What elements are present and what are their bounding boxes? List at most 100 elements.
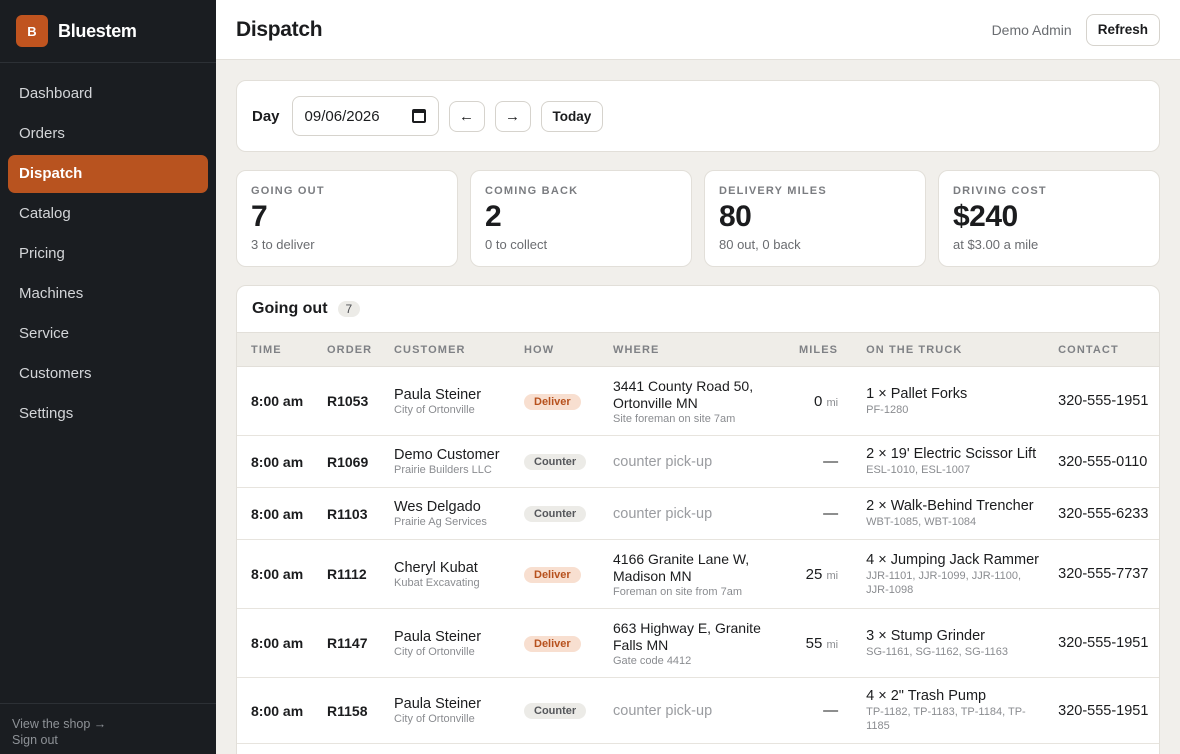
table-row[interactable]: 8:00 am R1053 Paula Steiner City of Orto… xyxy=(237,366,1159,436)
row-truck: 2 × 19' Electric Scissor Lift ESL-1010, … xyxy=(852,435,1045,488)
day-selector: Day 09/06/2026 ← → Today xyxy=(236,80,1160,152)
row-miles: — xyxy=(785,487,853,540)
customer-org: City of Ortonville xyxy=(394,645,475,658)
customer-org: City of Ortonville xyxy=(394,403,475,416)
col-contact: CONTACT xyxy=(1044,332,1159,367)
row-order[interactable]: R1053 xyxy=(313,366,380,436)
prev-day-button[interactable]: ← xyxy=(448,100,485,132)
row-time: 8:00 am xyxy=(237,366,313,436)
next-day-button[interactable]: → xyxy=(494,100,531,132)
day-label: Day xyxy=(252,107,280,125)
calendar-icon[interactable] xyxy=(411,109,426,123)
method-badge: Deliver xyxy=(524,393,581,410)
stat-value: 2 xyxy=(485,200,502,233)
brand[interactable]: B Bluestem xyxy=(0,0,216,63)
row-order[interactable]: R1112 xyxy=(313,539,380,609)
row-where: counter pick-up xyxy=(599,435,785,488)
sidebar-item-pricing[interactable]: Pricing xyxy=(8,235,208,273)
address-note: Gate code 4412 xyxy=(613,654,692,667)
row-miles: 0 mi xyxy=(785,366,853,436)
stat-delivery-miles: DELIVERY MILES 80 80 out, 0 back xyxy=(704,170,926,267)
date-input[interactable]: 09/06/2026 xyxy=(291,96,439,136)
row-where: counter pick-up xyxy=(599,677,785,744)
customer-org: Kubat Excavating xyxy=(394,576,480,589)
customer-name: Cheryl Kubat xyxy=(394,559,478,576)
method-badge: Counter xyxy=(524,703,587,719)
customer-org: Prairie Builders LLC xyxy=(394,464,492,476)
col-customer: CUSTOMER xyxy=(380,332,510,367)
sidebar-item-machines[interactable]: Machines xyxy=(8,275,208,313)
customer-name: Paula Steiner xyxy=(394,696,482,712)
row-contact[interactable]: 320-555-0110 xyxy=(1044,435,1159,488)
row-order[interactable]: R1103 xyxy=(313,487,380,540)
going-out-panel: Going out 7 TIME ORDER CUSTOMER HOW WHER… xyxy=(236,285,1160,754)
sidebar-nav: Dashboard Orders Dispatch Catalog Pricin… xyxy=(0,63,216,433)
stat-value: 7 xyxy=(251,200,268,233)
method-badge: Deliver xyxy=(524,566,581,583)
row-contact[interactable]: 320-555-7737 xyxy=(1044,539,1159,609)
row-miles: — xyxy=(785,677,853,744)
sidebar-item-service[interactable]: Service xyxy=(8,315,208,353)
user-name: Demo Admin xyxy=(991,21,1072,38)
row-miles: 25 mi xyxy=(785,539,853,609)
row-time: 8:00 am xyxy=(237,539,313,609)
row-customer: Cheryl Kubat Kubat Excavating xyxy=(380,539,510,609)
row-how: Counter xyxy=(510,487,599,540)
going-out-header: Going out 7 xyxy=(237,286,1159,332)
method-badge: Counter xyxy=(524,454,587,470)
row-customer: Wes Delgado Prairie Ag Services xyxy=(380,487,510,540)
table-row[interactable]: 8:00 am R1158 Paula Steiner City of Orto… xyxy=(237,677,1159,744)
brand-logo: B xyxy=(16,15,48,47)
truck-item: 4 × 2" Trash Pump xyxy=(866,688,987,704)
row-customer: Paula Steiner City of Ortonville xyxy=(380,608,510,678)
truck-units: WBT-1085, WBT-1084 xyxy=(866,516,977,528)
miles-value: — xyxy=(823,453,839,470)
sidebar-item-orders[interactable]: Orders xyxy=(8,115,208,153)
address: 663 Highway E, Granite Falls MN xyxy=(613,619,761,653)
sign-out-link[interactable]: Sign out xyxy=(12,732,204,748)
row-contact[interactable]: 320-555-1951 xyxy=(1044,677,1159,744)
customer-name: Wes Delgado xyxy=(394,499,481,515)
stat-value: $240 xyxy=(953,200,1018,233)
method-badge: Counter xyxy=(524,506,587,522)
table-row[interactable]: 8:00 am R1147 Paula Steiner City of Orto… xyxy=(237,608,1159,678)
sidebar-item-dispatch[interactable]: Dispatch xyxy=(8,155,208,193)
page-title: Dispatch xyxy=(236,17,323,41)
miles-unit: mi xyxy=(826,638,839,651)
row-customer: Paula Steiner City of Ortonville xyxy=(380,677,510,744)
sidebar-footer: View the shop → Sign out xyxy=(0,703,216,754)
row-miles: 55 mi xyxy=(785,608,853,678)
today-button[interactable]: Today xyxy=(540,100,604,132)
stat-coming-back: COMING BACK 2 0 to collect xyxy=(470,170,692,267)
truck-item: 2 × Walk-Behind Trencher xyxy=(866,498,1034,514)
going-out-table: TIME ORDER CUSTOMER HOW WHERE MILES ON T… xyxy=(237,332,1159,744)
row-order[interactable]: R1158 xyxy=(313,677,380,744)
row-order[interactable]: R1147 xyxy=(313,608,380,678)
miles-unit: mi xyxy=(826,569,839,582)
table-row[interactable]: 8:00 am R1103 Wes Delgado Prairie Ag Ser… xyxy=(237,487,1159,540)
table-row[interactable]: 8:00 am R1112 Cheryl Kubat Kubat Excavat… xyxy=(237,539,1159,609)
stat-value: 80 xyxy=(719,200,752,233)
date-value: 09/06/2026 xyxy=(304,107,380,125)
truck-units: JJR-1101, JJR-1099, JJR-1100, JJR-1098 xyxy=(866,569,1022,596)
row-contact[interactable]: 320-555-6233 xyxy=(1044,487,1159,540)
row-contact[interactable]: 320-555-1951 xyxy=(1044,366,1159,436)
refresh-button[interactable]: Refresh xyxy=(1085,13,1160,46)
table-row[interactable]: 8:00 am R1069 Demo Customer Prairie Buil… xyxy=(237,435,1159,488)
row-truck: 3 × Stump Grinder SG-1161, SG-1162, SG-1… xyxy=(852,608,1045,678)
miles-value: 55 xyxy=(805,634,823,652)
sidebar-item-catalog[interactable]: Catalog xyxy=(8,195,208,233)
stat-sub: 80 out, 0 back xyxy=(719,237,801,252)
row-contact[interactable]: 320-555-1951 xyxy=(1044,608,1159,678)
going-out-count: 7 xyxy=(337,301,361,317)
stat-label: DELIVERY MILES xyxy=(719,185,827,197)
view-shop-link[interactable]: View the shop → xyxy=(12,716,204,732)
col-on-the-truck: ON THE TRUCK xyxy=(852,332,1045,367)
sidebar-item-dashboard[interactable]: Dashboard xyxy=(8,75,208,113)
row-where: 4166 Granite Lane W, Madison MN Foreman … xyxy=(599,539,785,609)
row-order[interactable]: R1069 xyxy=(313,435,380,488)
pickup-text: counter pick-up xyxy=(613,702,713,719)
truck-item: 3 × Stump Grinder xyxy=(866,627,985,644)
sidebar-item-customers[interactable]: Customers xyxy=(8,355,208,393)
sidebar-item-settings[interactable]: Settings xyxy=(8,395,208,433)
